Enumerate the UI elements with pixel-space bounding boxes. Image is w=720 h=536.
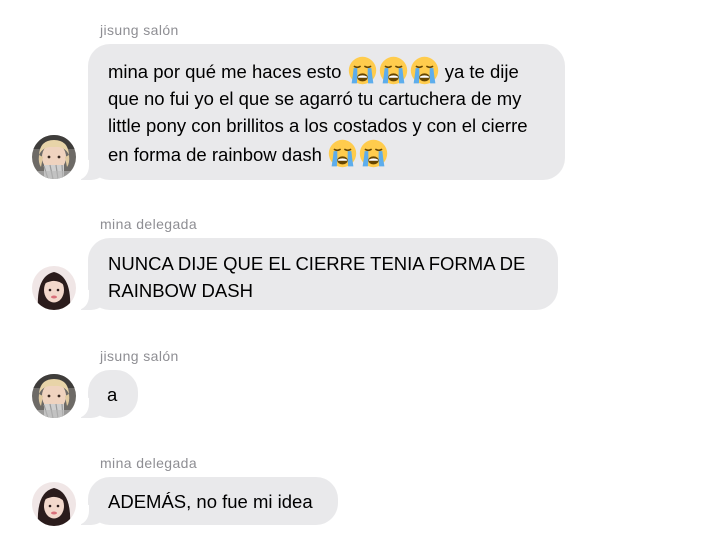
loudly-crying-face-icon [379, 56, 408, 85]
loudly-crying-face-icon [328, 139, 357, 168]
sender-name: mina delegada [100, 216, 198, 232]
message-text: mina por qué me haces esto ya te dije que… [108, 56, 545, 168]
message-bubble[interactable]: ADEMÁS, no fue mi idea [81, 477, 338, 525]
message-bubble[interactable]: mina por qué me haces esto ya te dije que… [81, 44, 565, 180]
avatar[interactable] [32, 374, 76, 418]
loudly-crying-face-icon [348, 56, 377, 85]
message-text: a [107, 384, 118, 405]
photo-avatar-blonde [32, 374, 76, 418]
photo-avatar-dark-hair [32, 266, 76, 310]
loudly-crying-face-icon [410, 56, 439, 85]
message-bubble[interactable]: a [81, 370, 138, 418]
message-bubble[interactable]: NUNCA DIJE QUE EL CIERRE TENIA FORMA DE R… [81, 238, 558, 310]
sender-name: jisung salón [100, 348, 179, 364]
bubble-tail [81, 290, 103, 310]
sender-name: jisung salón [100, 22, 179, 38]
photo-avatar-blonde [32, 135, 76, 179]
bubble-tail [81, 505, 103, 525]
avatar[interactable] [32, 266, 76, 310]
chat-thread: jisung salón mina por qué me haces esto … [0, 0, 720, 536]
loudly-crying-face-icon [359, 139, 388, 168]
bubble-tail [81, 398, 103, 418]
message-text: ADEMÁS, no fue mi idea [108, 491, 313, 512]
message-text: NUNCA DIJE QUE EL CIERRE TENIA FORMA DE R… [108, 253, 526, 301]
sender-name: mina delegada [100, 455, 198, 471]
avatar[interactable] [32, 135, 76, 179]
photo-avatar-dark-hair [32, 482, 76, 526]
bubble-tail [81, 160, 103, 180]
avatar[interactable] [32, 482, 76, 526]
